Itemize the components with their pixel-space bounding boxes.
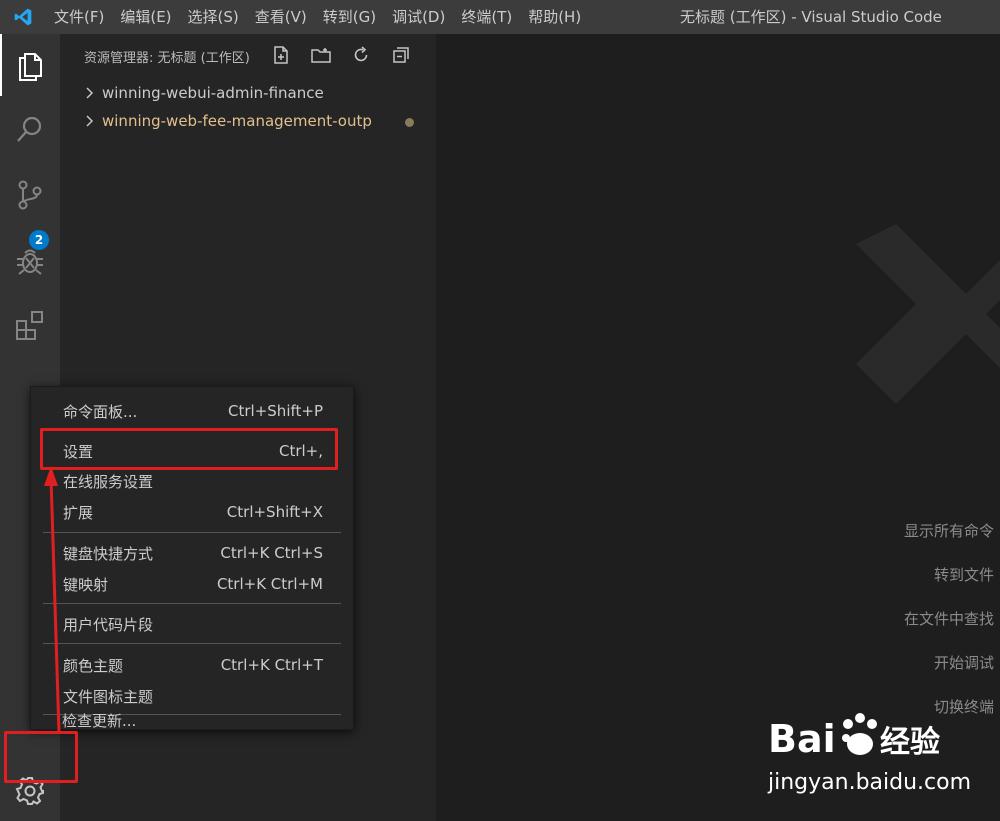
explorer-title: 资源管理器: 无标题 (工作区) <box>84 51 250 66</box>
menu-separator <box>43 643 341 644</box>
menu-separator <box>43 603 341 604</box>
menu-view[interactable]: 查看(V) <box>247 0 315 34</box>
menu-item-shortcut: Ctrl+K Ctrl+M <box>216 575 323 593</box>
extensions-icon[interactable] <box>0 294 60 356</box>
menu-item-keymaps[interactable]: 键映射 Ctrl+K Ctrl+M <box>31 569 355 599</box>
refresh-icon[interactable] <box>350 44 372 66</box>
menu-item-shortcut: Ctrl+K Ctrl+T <box>220 656 323 674</box>
explorer-icon[interactable] <box>0 34 60 96</box>
menu-item-label: 颜色主题 <box>63 656 124 675</box>
vscode-logo-icon <box>0 0 46 34</box>
menu-item-keyboard-shortcuts[interactable]: 键盘快捷方式 Ctrl+K Ctrl+S <box>31 538 355 568</box>
menu-item-label: 扩展 <box>63 503 94 522</box>
menu-terminal[interactable]: 终端(T) <box>453 0 520 34</box>
menu-item-color-theme[interactable]: 颜色主题 Ctrl+K Ctrl+T <box>31 650 355 680</box>
menu-item-shortcut: Ctrl+Shift+P <box>228 402 323 420</box>
shortcut-go-to-file: 转到文件 <box>933 566 994 584</box>
svg-text:经验: 经验 <box>880 725 940 760</box>
tree-item-folder[interactable]: winning-web-fee-management-outp <box>84 108 372 134</box>
new-folder-icon[interactable] <box>310 44 332 66</box>
svg-text:Bai: Bai <box>768 717 836 761</box>
menu-item-label: 用户代码片段 <box>63 615 154 634</box>
chevron-right-icon <box>84 115 102 127</box>
menu-item-label: 命令面板... <box>63 402 138 421</box>
menu-edit[interactable]: 编辑(E) <box>112 0 179 34</box>
editor-area: 显示所有命令 转到文件 在文件中查找 开始调试 切换终端 <box>436 34 1000 821</box>
shortcut-show-all-commands: 显示所有命令 <box>903 522 994 540</box>
menu-go[interactable]: 转到(G) <box>315 0 384 34</box>
menu-item-online-services[interactable]: 在线服务设置 <box>31 466 355 496</box>
shortcut-find-in-files: 在文件中查找 <box>903 610 994 628</box>
annotation-highlight-gear <box>4 731 78 783</box>
menu-item-shortcut: Ctrl+Shift+X <box>226 503 323 521</box>
menu-selection[interactable]: 选择(S) <box>180 0 247 34</box>
menu-help[interactable]: 帮助(H) <box>520 0 589 34</box>
watermark-url: jingyan.baidu.com <box>768 770 972 795</box>
menu-item-check-updates[interactable]: 检查更新... <box>30 705 354 735</box>
tree-item-folder[interactable]: winning-webui-admin-finance <box>84 80 324 106</box>
tree-item-label: winning-webui-admin-finance <box>102 84 324 102</box>
menu-item-label: 键盘快捷方式 <box>63 544 154 563</box>
baidu-logo-icon: Bai 经验 <box>768 713 940 761</box>
menu-item-label: 检查更新... <box>62 711 137 730</box>
menu-item-shortcut: Ctrl+K Ctrl+S <box>220 544 323 562</box>
menu-item-label: 键映射 <box>63 575 109 594</box>
menu-debug[interactable]: 调试(D) <box>384 0 453 34</box>
debug-icon[interactable] <box>0 230 60 292</box>
vscode-window: 文件(F) 编辑(E) 选择(S) 查看(V) 转到(G) 调试(D) 终端(T… <box>0 0 1000 821</box>
source-control-icon[interactable] <box>0 164 60 226</box>
search-icon[interactable] <box>0 98 60 160</box>
collapse-all-icon[interactable] <box>390 44 412 66</box>
vscode-watermark-icon <box>856 224 1000 404</box>
tree-item-label: winning-web-fee-management-outp <box>102 112 372 130</box>
annotation-highlight-settings <box>40 428 338 470</box>
menu-bar: 文件(F) 编辑(E) 选择(S) 查看(V) 转到(G) 调试(D) 终端(T… <box>46 0 589 34</box>
menu-item-user-snippets[interactable]: 用户代码片段 <box>31 609 355 639</box>
menu-item-label: 在线服务设置 <box>63 472 154 491</box>
menu-separator <box>43 532 341 533</box>
title-bar: 文件(F) 编辑(E) 选择(S) 查看(V) 转到(G) 调试(D) 终端(T… <box>0 0 1000 34</box>
explorer-actions <box>270 44 412 66</box>
chevron-right-icon <box>84 87 102 99</box>
menu-item-command-palette[interactable]: 命令面板... Ctrl+Shift+P <box>31 396 355 426</box>
menu-file[interactable]: 文件(F) <box>46 0 112 34</box>
menu-item-label: 文件图标主题 <box>63 687 154 706</box>
shortcut-start-debugging: 开始调试 <box>933 654 994 672</box>
modified-indicator <box>405 118 414 127</box>
menu-item-extensions[interactable]: 扩展 Ctrl+Shift+X <box>31 497 355 527</box>
window-title: 无标题 (工作区) - Visual Studio Code <box>680 8 942 26</box>
new-file-icon[interactable] <box>270 44 292 66</box>
